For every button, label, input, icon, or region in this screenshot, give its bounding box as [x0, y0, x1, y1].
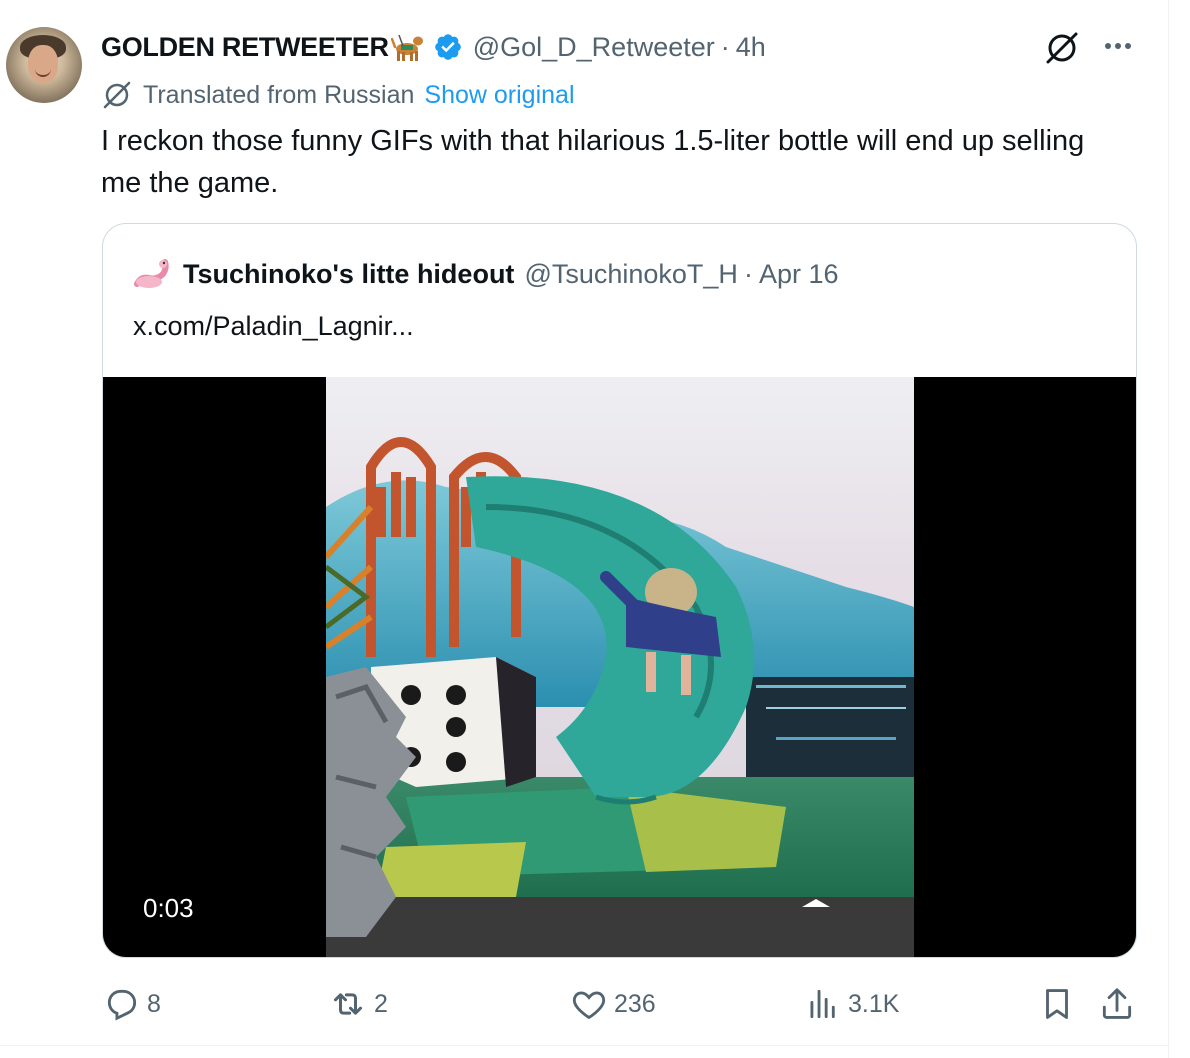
- views-icon: [810, 989, 835, 1019]
- author-avatar[interactable]: [6, 27, 82, 103]
- like-count: 236: [614, 989, 656, 1018]
- share-icon: [1102, 988, 1132, 1019]
- heart-icon: [572, 991, 606, 1020]
- grok-translate-icon: [103, 81, 131, 109]
- quote-tweet-card[interactable]: Tsuchinoko's litte hideout @TsuchinokoT_…: [102, 223, 1137, 958]
- reply-count: 8: [147, 989, 161, 1018]
- quote-date[interactable]: Apr 16: [759, 259, 839, 290]
- video-frame: [326, 377, 914, 957]
- quote-text-link[interactable]: x.com/Paladin_Lagnir...: [133, 311, 414, 342]
- tweet-text: I reckon those funny GIFs with that hila…: [101, 125, 1085, 199]
- action-bar: 8 2 236 3.1K: [0, 982, 1169, 1026]
- like-button[interactable]: 236: [570, 982, 656, 1026]
- more-icon[interactable]: [1100, 28, 1136, 64]
- quote-handle[interactable]: @TsuchinokoT_H: [524, 259, 738, 290]
- dog-emoji-icon: [390, 34, 423, 61]
- bookmark-button[interactable]: [1038, 982, 1082, 1026]
- video-duration: 0:03: [131, 889, 206, 928]
- tweet-timestamp[interactable]: 4h: [736, 32, 766, 63]
- verified-badge-icon: [434, 34, 461, 60]
- video-player[interactable]: 0:03: [103, 377, 1136, 957]
- translated-label: Translated from Russian: [143, 80, 415, 109]
- author-display-name[interactable]: GOLDEN RETWEETER: [101, 32, 389, 63]
- bookmark-icon: [1046, 989, 1068, 1019]
- views-count: 3.1K: [848, 989, 900, 1018]
- retweet-count: 2: [374, 989, 388, 1018]
- retweet-icon: [334, 993, 362, 1015]
- grok-icon[interactable]: [1042, 28, 1082, 68]
- reply-button[interactable]: 8: [103, 982, 161, 1026]
- separator-dot: ·: [720, 31, 730, 62]
- quote-display-name[interactable]: Tsuchinoko's litte hideout: [183, 259, 514, 290]
- author-handle[interactable]: @Gol_D_Retweeter: [473, 32, 715, 63]
- translation-notice: Translated from Russian Show original: [101, 79, 575, 111]
- reply-icon: [107, 989, 137, 1021]
- views-button[interactable]: 3.1K: [804, 982, 899, 1026]
- quote-avatar[interactable]: [133, 256, 175, 292]
- tweet-divider: [0, 1045, 1169, 1046]
- tweet-header: GOLDEN RETWEETER @Gol_D_Retweeter · 4h: [101, 28, 766, 66]
- separator-dot: ·: [743, 258, 753, 289]
- retweet-button[interactable]: 2: [328, 982, 388, 1026]
- share-button[interactable]: [1098, 982, 1142, 1026]
- column-border: [1168, 0, 1169, 1058]
- show-original-link[interactable]: Show original: [424, 81, 574, 110]
- quote-header: Tsuchinoko's litte hideout @TsuchinokoT_…: [133, 257, 839, 291]
